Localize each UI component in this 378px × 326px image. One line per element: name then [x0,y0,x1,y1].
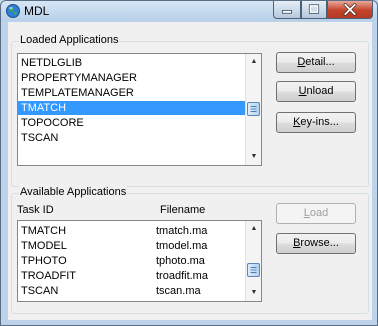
task-id-cell: TPHOTO [21,255,67,267]
list-item-label: NETDLGLIB [21,57,83,69]
table-row[interactable]: TMODEL tmodel.ma [18,239,246,253]
table-row[interactable]: TPHOTO tphoto.ma [18,254,246,268]
loaded-applications-label: Loaded Applications [19,34,120,46]
list-item[interactable]: TSCAN [18,131,246,145]
loaded-list-scrollbar[interactable]: ▲ ▼ [245,54,261,165]
list-item[interactable]: TOPOCORE [18,116,246,130]
minimize-icon [281,10,293,14]
list-item-label: TSCAN [21,132,59,144]
list-item-label: PROPERTYMANAGER [21,72,137,84]
filename-cell: tscan.ma [156,285,201,297]
available-list-scrollbar[interactable]: ▲ ▼ [245,221,261,301]
loaded-applications-list[interactable]: NETDLGLIB PROPERTYMANAGER TEMPLATEMANAGE… [17,53,262,166]
table-row[interactable]: TMATCH tmatch.ma [18,224,246,238]
list-item[interactable]: PROPERTYMANAGER [18,71,246,85]
filename-cell: troadfit.ma [156,270,208,282]
globe-icon[interactable] [5,3,21,19]
available-applications-list[interactable]: TMATCH tmatch.ma TMODEL tmodel.ma TPHOTO tp… [17,220,262,302]
scroll-thumb[interactable] [247,263,260,277]
grip-icon [250,106,257,112]
filename-cell: tmodel.ma [156,240,208,252]
table-row[interactable]: TSCAN tscan.ma [18,284,246,298]
detail-button-label-rest: etail... [305,56,335,68]
key-ins-button-label-rest: ey-ins... [300,116,339,128]
scroll-down-arrow-icon[interactable]: ▼ [246,149,261,165]
task-id-cell: TMODEL [21,240,67,252]
title-bar[interactable]: MDL [1,1,377,21]
load-button[interactable]: Load [276,203,356,224]
scroll-thumb[interactable] [247,102,260,116]
key-ins-button[interactable]: Key-ins... [276,112,356,133]
filename-cell: tmatch.ma [156,225,208,237]
task-id-column-header: Task ID [17,204,54,216]
table-row[interactable]: TROADFIT troadfit.ma [18,269,246,283]
detail-button[interactable]: Detail... [276,52,356,73]
maximize-button[interactable] [301,1,327,19]
list-item-selected[interactable]: TMATCH [18,101,246,115]
task-id-cell: TSCAN [21,285,59,297]
dialog-body: Loaded Applications NETDLGLIB PROPERTYMA… [8,22,372,320]
minimize-button[interactable] [273,1,301,19]
mdl-window: MDL Loaded Applications NETDLGLIB PROPER… [0,0,378,326]
browse-button[interactable]: Browse... [276,233,356,254]
list-item[interactable]: TEMPLATEMANAGER [18,86,246,100]
list-item[interactable]: NETDLGLIB [18,56,246,70]
list-item-label: TMATCH [21,102,67,114]
scroll-up-arrow-icon[interactable]: ▲ [246,54,261,70]
task-id-cell: TROADFIT [21,270,76,282]
maximize-icon [308,4,320,14]
filename-cell: tphoto.ma [156,255,205,267]
window-title: MDL [24,4,50,18]
unload-button-label-rest: nload [306,85,334,97]
close-icon [343,3,357,16]
load-button-label-rest: oad [309,207,329,219]
task-id-cell: TMATCH [21,225,67,237]
list-item-label: TEMPLATEMANAGER [21,87,134,99]
list-item-label: TOPOCORE [21,117,84,129]
scroll-down-arrow-icon[interactable]: ▼ [246,285,261,301]
unload-button-mnemonic: U [298,85,307,97]
unload-button[interactable]: Unload [276,81,356,102]
filename-column-header: Filename [160,204,206,216]
available-applications-label: Available Applications [19,186,128,198]
close-button[interactable] [327,1,373,19]
grip-icon [250,267,257,273]
browse-button-label-rest: rowse... [300,237,339,249]
scroll-up-arrow-icon[interactable]: ▲ [246,221,261,237]
